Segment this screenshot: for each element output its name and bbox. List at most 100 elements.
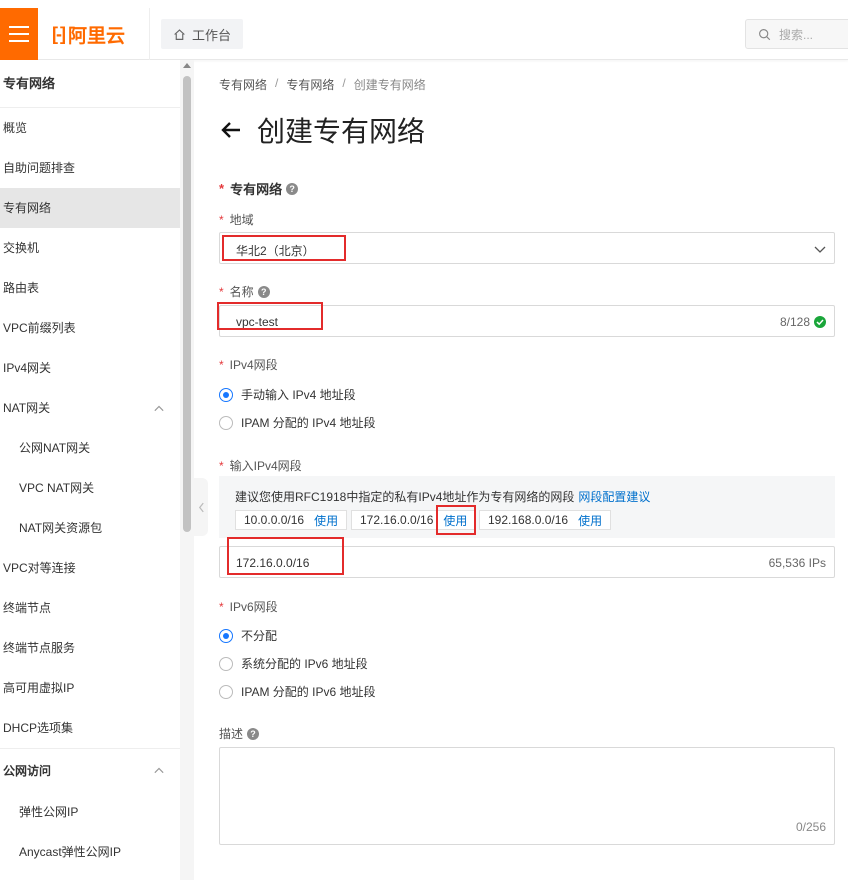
- sidebar-item-label: NAT网关: [3, 401, 51, 415]
- radio-unchecked-icon[interactable]: [219, 415, 233, 430]
- radio-label: IPAM 分配的 IPv6 地址段: [241, 685, 376, 699]
- sidebar-item-nat-gateway[interactable]: NAT网关: [0, 388, 180, 428]
- help-icon[interactable]: ?: [247, 727, 260, 740]
- sidebar-item-ipv4-gateway[interactable]: IPv4网关: [0, 348, 180, 388]
- main-content: 专有网络 / 专有网络 / 创建专有网络 创建专有网络 * 专有网络 ? * 地…: [219, 60, 848, 880]
- sidebar-item-endpoint-service[interactable]: 终端节点服务: [0, 628, 180, 668]
- cidr-advice-link[interactable]: 网段配置建议: [578, 490, 650, 504]
- sidebar-item-self-diagnosis[interactable]: 自助问题排查: [0, 148, 180, 188]
- cidr-suggestion-box: 建议您使用RFC1918中指定的私有IPv4地址作为专有网络的网段 网段配置建议 …: [219, 476, 835, 538]
- sidebar-item-vpc[interactable]: 专有网络: [0, 188, 180, 228]
- ipv6-option-ipam[interactable]: IPAM 分配的 IPv6 地址段: [219, 683, 375, 700]
- ipv4-label-text: IPv4网段: [229, 358, 278, 372]
- sidebar-title: 专有网络: [0, 60, 180, 108]
- required-mark: *: [219, 357, 224, 372]
- section-vpc-title: * 专有网络 ?: [219, 179, 299, 198]
- ipv4-label: * IPv4网段: [219, 356, 278, 373]
- ipv6-label-text: IPv6网段: [229, 600, 278, 614]
- sidebar-group-label: 公网访问: [3, 764, 52, 778]
- ipv4-cidr-value: 172.16.0.0/16: [236, 556, 310, 570]
- chevron-up-icon: [154, 405, 164, 412]
- cidr-value: 192.168.0.0/16: [488, 513, 569, 527]
- page-title-text: 创建专有网络: [257, 116, 426, 147]
- radio-checked-icon[interactable]: [219, 628, 233, 643]
- breadcrumb-separator: /: [342, 76, 346, 90]
- required-mark: *: [219, 212, 224, 227]
- use-cidr-button[interactable]: 使用: [443, 512, 467, 529]
- home-icon: [174, 28, 185, 40]
- radio-label: IPAM 分配的 IPv4 地址段: [241, 416, 376, 430]
- help-icon[interactable]: ?: [286, 182, 299, 195]
- name-counter: 8/128: [780, 315, 826, 329]
- name-label: * 名称 ?: [219, 283, 270, 300]
- use-cidr-button[interactable]: 使用: [578, 512, 602, 529]
- name-input[interactable]: vpc-test 8/128: [219, 305, 835, 337]
- search-placeholder: 搜索...: [779, 27, 814, 42]
- top-bar: [-] 阿里云 工作台 搜索...: [0, 0, 848, 60]
- ipv6-option-none[interactable]: 不分配: [219, 627, 277, 644]
- section-title-text: 专有网络: [230, 182, 283, 197]
- sidebar-item-anycast-eip[interactable]: Anycast弹性公网IP: [0, 832, 180, 872]
- search-input[interactable]: 搜索...: [745, 19, 848, 49]
- required-mark: *: [219, 599, 224, 614]
- cidr-hint: 建议您使用RFC1918中指定的私有IPv4地址作为专有网络的网段 网段配置建议: [235, 488, 650, 505]
- sidebar-collapse-button[interactable]: [194, 478, 208, 536]
- cidr-suggestion-chip: 192.168.0.0/16 使用: [479, 510, 612, 530]
- brand-name: 阿里云: [67, 25, 125, 47]
- ipv4-input-label: * 输入IPv4网段: [219, 457, 302, 474]
- use-cidr-button[interactable]: 使用: [314, 512, 338, 529]
- sidebar-group-public-access[interactable]: 公网访问: [0, 748, 180, 792]
- workbench-label: 工作台: [191, 27, 231, 43]
- ipv4-option-ipam[interactable]: IPAM 分配的 IPv4 地址段: [219, 414, 375, 431]
- cidr-value: 10.0.0.0/16: [244, 513, 305, 527]
- sidebar-item-vpc-peering[interactable]: VPC对等连接: [0, 548, 180, 588]
- help-icon[interactable]: ?: [257, 285, 270, 298]
- sidebar-item-vswitch[interactable]: 交换机: [0, 228, 180, 268]
- sidebar-item-prefix-list[interactable]: VPC前缀列表: [0, 308, 180, 348]
- radio-unchecked-icon[interactable]: [219, 684, 233, 699]
- sidebar-item-public-nat[interactable]: 公网NAT网关: [0, 428, 180, 468]
- description-label-text: 描述: [219, 727, 244, 741]
- sidebar-item-dhcp[interactable]: DHCP选项集: [0, 708, 180, 748]
- description-label: 描述 ?: [219, 725, 260, 742]
- description-textarea[interactable]: 0/256: [219, 747, 835, 845]
- sidebar-item-eip[interactable]: 弹性公网IP: [0, 792, 180, 832]
- chevron-down-icon: [814, 246, 826, 253]
- cidr-hint-text: 建议您使用RFC1918中指定的私有IPv4地址作为专有网络的网段: [235, 490, 575, 504]
- ipv6-label: * IPv6网段: [219, 598, 278, 615]
- radio-label: 系统分配的 IPv6 地址段: [241, 657, 368, 671]
- cidr-value: 172.16.0.0/16: [360, 513, 434, 527]
- ipv4-input-label-text: 输入IPv4网段: [229, 459, 302, 473]
- scroll-up-icon[interactable]: [183, 63, 191, 68]
- cidr-suggestion-chip: 10.0.0.0/16 使用: [235, 510, 348, 530]
- menu-icon[interactable]: [0, 8, 38, 60]
- radio-label: 不分配: [241, 629, 278, 643]
- region-label: * 地域: [219, 211, 254, 228]
- ipv6-option-system[interactable]: 系统分配的 IPv6 地址段: [219, 655, 368, 672]
- sidebar-item-vpc-nat[interactable]: VPC NAT网关: [0, 468, 180, 508]
- breadcrumb-link[interactable]: 专有网络: [286, 76, 334, 93]
- sidebar-item-overview[interactable]: 概览: [0, 108, 180, 148]
- breadcrumb-link[interactable]: 专有网络: [219, 76, 267, 93]
- radio-unchecked-icon[interactable]: [219, 656, 233, 671]
- radio-checked-icon[interactable]: [219, 387, 233, 402]
- ipv4-cidr-input[interactable]: 172.16.0.0/16 65,536 IPs: [219, 546, 835, 578]
- breadcrumb-current: 创建专有网络: [353, 78, 426, 92]
- chevron-up-icon: [154, 767, 164, 774]
- back-arrow-icon[interactable]: [219, 118, 243, 142]
- workbench-button[interactable]: 工作台: [161, 19, 243, 49]
- breadcrumb: 专有网络 / 专有网络 / 创建专有网络: [219, 76, 426, 93]
- ipv4-option-manual[interactable]: 手动输入 IPv4 地址段: [219, 386, 356, 403]
- chevron-left-icon: [198, 502, 204, 512]
- brand-logo[interactable]: [-] 阿里云: [38, 8, 150, 60]
- name-counter-text: 8/128: [779, 315, 810, 329]
- sidebar-item-endpoint[interactable]: 终端节点: [0, 588, 180, 628]
- region-select[interactable]: 华北2（北京）: [219, 232, 835, 264]
- sidebar-item-route-table[interactable]: 路由表: [0, 268, 180, 308]
- required-mark: *: [219, 458, 224, 473]
- sidebar-item-havip[interactable]: 高可用虚拟IP: [0, 668, 180, 708]
- sidebar-item-nat-package[interactable]: NAT网关资源包: [0, 508, 180, 548]
- required-mark: *: [219, 284, 224, 299]
- scrollbar-thumb[interactable]: [183, 76, 191, 532]
- aliyun-logo-icon: [-]: [52, 23, 66, 44]
